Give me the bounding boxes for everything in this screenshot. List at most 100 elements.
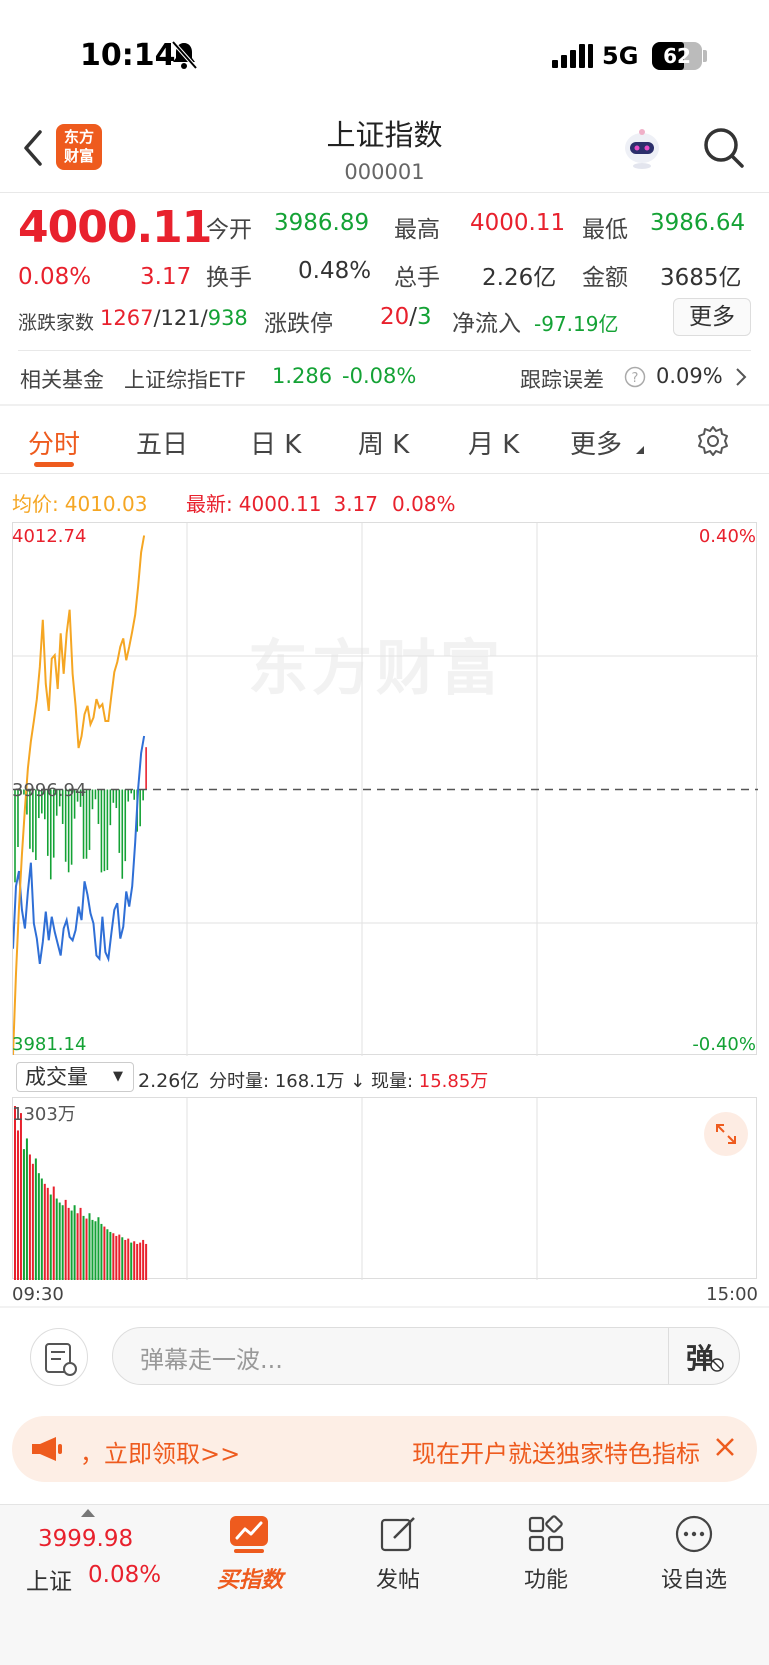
minute-volume: 168.1万 bbox=[274, 1071, 345, 1092]
limit-values: 20/3 bbox=[380, 304, 432, 330]
nav-function[interactable]: 功能 bbox=[476, 1562, 616, 1594]
avg-label: 均价: bbox=[12, 492, 59, 516]
y-mid-label: 3996.94 bbox=[12, 780, 87, 801]
volume-bar-44 bbox=[145, 1243, 148, 1280]
pct-min-label: -0.40% bbox=[692, 1034, 756, 1055]
volume-bar-13 bbox=[52, 1186, 55, 1280]
volume-bar-14 bbox=[55, 1198, 58, 1280]
ticker-name[interactable]: 上证 bbox=[26, 1562, 72, 1596]
volume-bar-18 bbox=[67, 1207, 70, 1280]
y-min-label: 3981.14 bbox=[12, 1034, 87, 1055]
danmu-off-icon bbox=[710, 1358, 724, 1372]
volume-bar-38 bbox=[127, 1238, 130, 1280]
volume-label: 总手 bbox=[394, 265, 440, 291]
tab-daily-k[interactable]: 日 K bbox=[250, 424, 301, 461]
volume-bar-1 bbox=[16, 1130, 19, 1280]
chevron-right-icon[interactable] bbox=[734, 366, 748, 388]
help-icon[interactable]: ? bbox=[624, 366, 646, 388]
high-label: 最高 bbox=[394, 217, 440, 243]
promo-claim-link[interactable]: 立即领取>> bbox=[104, 1434, 240, 1469]
tab-active-indicator bbox=[34, 462, 74, 467]
volume-bar-2 bbox=[19, 1113, 22, 1280]
breadth-down: 938 bbox=[207, 306, 248, 330]
intraday-chart[interactable] bbox=[12, 522, 758, 1056]
triangle-down-icon bbox=[636, 446, 644, 454]
high-value: 4000.11 bbox=[470, 210, 566, 236]
volume-bar-25 bbox=[88, 1213, 91, 1280]
volume-info: 2.26亿 分时量: 168.1万 ↓ 现量: 15.85万 bbox=[138, 1066, 488, 1093]
volume-bar-19 bbox=[70, 1210, 73, 1280]
now-volume: 15.85万 bbox=[418, 1071, 489, 1092]
fund-label: 相关基金 bbox=[20, 368, 104, 392]
time-end-label: 15:00 bbox=[706, 1284, 758, 1305]
volume-bar-29 bbox=[100, 1223, 103, 1280]
promo-text: 现在开户就送独家特色指标 bbox=[412, 1440, 700, 1468]
arrow-down-icon: ↓ bbox=[350, 1071, 366, 1092]
close-icon[interactable] bbox=[712, 1434, 738, 1460]
nav-post[interactable]: 发帖 bbox=[328, 1562, 468, 1594]
latest-percent: 0.08% bbox=[392, 492, 456, 516]
volume-indicator-select[interactable]: 成交量 ▼ bbox=[16, 1062, 134, 1092]
nav-buy-index[interactable]: 买指数 bbox=[180, 1562, 320, 1594]
tracking-error-label: 跟踪误差 bbox=[520, 368, 604, 392]
fund-price: 1.286 bbox=[272, 364, 333, 388]
volume-total: 2.26亿 bbox=[138, 1070, 200, 1092]
volume-bar-24 bbox=[85, 1218, 88, 1280]
tab-five-day[interactable]: 五日 bbox=[136, 424, 188, 461]
volume-bar-3 bbox=[22, 1149, 25, 1280]
change-value: 3.17 bbox=[140, 264, 192, 290]
turnover-value: 0.48% bbox=[298, 258, 372, 284]
volume-bar-37 bbox=[124, 1239, 127, 1280]
volume-bar-16 bbox=[61, 1205, 64, 1280]
volume-chart[interactable] bbox=[12, 1097, 757, 1280]
latest-legend: 最新: 4000.11 3.17 0.08% bbox=[186, 488, 456, 517]
limit-label: 涨跌停 bbox=[264, 311, 333, 337]
price-chart-svg bbox=[13, 523, 758, 1056]
volume-bar-34 bbox=[115, 1235, 118, 1280]
volume-bar-12 bbox=[49, 1194, 52, 1280]
change-percent: 0.08% bbox=[18, 264, 92, 290]
gear-icon[interactable] bbox=[696, 424, 730, 458]
signal-icon bbox=[552, 44, 593, 68]
ticker-price[interactable]: 3999.98 bbox=[38, 1526, 133, 1552]
amount-label: 金额 bbox=[582, 265, 628, 291]
volume-bar-26 bbox=[91, 1219, 94, 1280]
tab-intraday[interactable]: 分时 bbox=[28, 424, 80, 461]
tab-weekly-k[interactable]: 周 K bbox=[358, 424, 409, 461]
breadth-label: 涨跌家数 bbox=[18, 312, 95, 334]
volume-bar-11 bbox=[46, 1187, 49, 1280]
fund-change: -0.08% bbox=[342, 364, 417, 388]
volume-bar-27 bbox=[94, 1221, 97, 1280]
note-settings-icon bbox=[45, 1343, 77, 1376]
volume-bar-43 bbox=[142, 1239, 145, 1280]
more-dots-icon[interactable] bbox=[674, 1514, 714, 1554]
volume-value: 2.26亿 bbox=[482, 265, 557, 291]
header-divider bbox=[0, 192, 769, 193]
ticker-percent[interactable]: 0.08% bbox=[88, 1562, 161, 1588]
volume-bar-30 bbox=[103, 1226, 106, 1280]
edit-post-icon[interactable] bbox=[378, 1514, 418, 1554]
note-button[interactable] bbox=[30, 1328, 88, 1386]
bell-muted-icon bbox=[171, 40, 198, 70]
limit-up: 20 bbox=[380, 304, 410, 330]
pct-max-label: 0.40% bbox=[698, 526, 756, 547]
buy-index-icon[interactable] bbox=[228, 1514, 270, 1554]
low-label: 最低 bbox=[582, 217, 628, 243]
danmu-placeholder: 弹幕走一波... bbox=[140, 1346, 283, 1374]
breadth-values: 1267/121/938 bbox=[100, 306, 248, 330]
volume-max-label: 1303万 bbox=[12, 1104, 76, 1125]
fund-name[interactable]: 上证综指ETF bbox=[124, 364, 246, 394]
breadth-flat: 121 bbox=[160, 306, 201, 330]
tab-more[interactable]: 更多 bbox=[570, 424, 622, 461]
assistant-robot-icon[interactable] bbox=[620, 126, 664, 170]
more-button[interactable]: 更多 bbox=[673, 298, 751, 336]
expand-icon[interactable] bbox=[704, 1112, 748, 1156]
volume-bar-6 bbox=[31, 1163, 34, 1280]
search-icon[interactable] bbox=[702, 126, 746, 170]
nav-add-watchlist[interactable]: 设自选 bbox=[624, 1562, 764, 1594]
volume-bar-5 bbox=[28, 1154, 31, 1280]
ticker-up-icon bbox=[81, 1509, 95, 1517]
grid-function-icon[interactable] bbox=[526, 1514, 566, 1554]
tab-monthly-k[interactable]: 月 K bbox=[468, 424, 519, 461]
volume-bar-35 bbox=[118, 1234, 121, 1280]
